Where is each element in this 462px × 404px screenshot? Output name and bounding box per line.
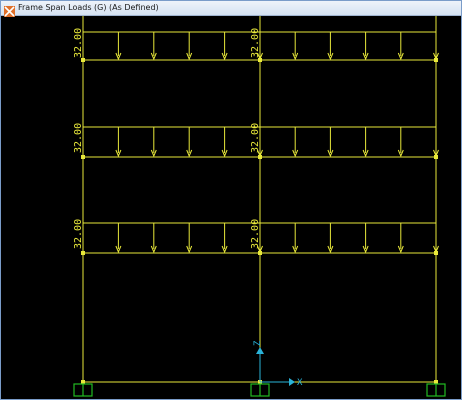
frame-drawing[interactable]: 32.00 32.00 32.00 32.00 32.00 32.00 X Z	[1, 16, 461, 400]
span-load-label: 32.00	[73, 123, 84, 153]
x-axis-label: X	[297, 378, 303, 388]
x-axis-arrow-icon	[289, 378, 295, 386]
supports	[73, 383, 446, 397]
frame-members	[82, 16, 437, 383]
joint[interactable]	[434, 251, 438, 255]
frame-span-loads-window: Frame Span Loads (G) (As Defined) 32.00 3…	[0, 0, 462, 400]
joint[interactable]	[258, 251, 262, 255]
span-load-labels: 32.00 32.00 32.00 32.00 32.00 32.00	[73, 28, 261, 249]
span-load-label: 32.00	[250, 123, 261, 153]
span-load-label: 32.00	[73, 28, 84, 58]
span-load-arrows	[115, 32, 439, 254]
joint[interactable]	[258, 58, 262, 62]
fixed-support-3[interactable]	[426, 383, 446, 397]
z-axis-arrow-icon	[256, 347, 264, 354]
joint[interactable]	[81, 155, 85, 159]
joint[interactable]	[434, 155, 438, 159]
span-load-label: 32.00	[250, 28, 261, 58]
joint[interactable]	[81, 58, 85, 62]
joint[interactable]	[81, 380, 85, 384]
fixed-support-2[interactable]	[250, 383, 270, 397]
joint[interactable]	[434, 380, 438, 384]
app-icon	[4, 2, 15, 17]
model-view[interactable]: 32.00 32.00 32.00 32.00 32.00 32.00 X Z	[1, 16, 461, 400]
z-axis-label: Z	[253, 340, 263, 346]
joint[interactable]	[258, 155, 262, 159]
span-load-label: 32.00	[250, 219, 261, 249]
window-title: Frame Span Loads (G) (As Defined)	[18, 3, 159, 12]
fixed-support-1[interactable]	[73, 383, 93, 397]
joint[interactable]	[434, 58, 438, 62]
joint[interactable]	[81, 251, 85, 255]
span-load-label: 32.00	[73, 219, 84, 249]
title-bar[interactable]: Frame Span Loads (G) (As Defined)	[1, 1, 461, 17]
